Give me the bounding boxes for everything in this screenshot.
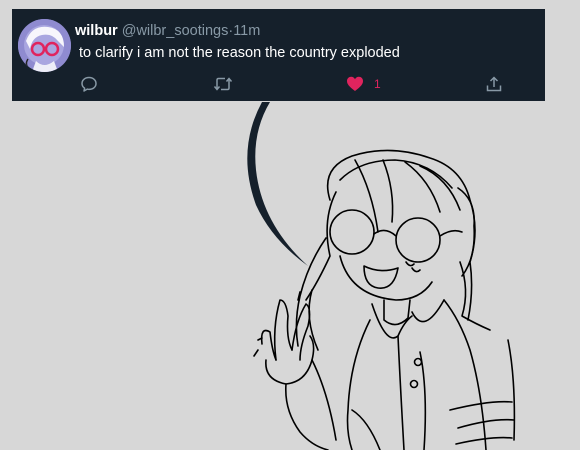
character-lines bbox=[253, 149, 516, 450]
character-sketch bbox=[247, 102, 516, 450]
speech-tail bbox=[247, 102, 308, 266]
